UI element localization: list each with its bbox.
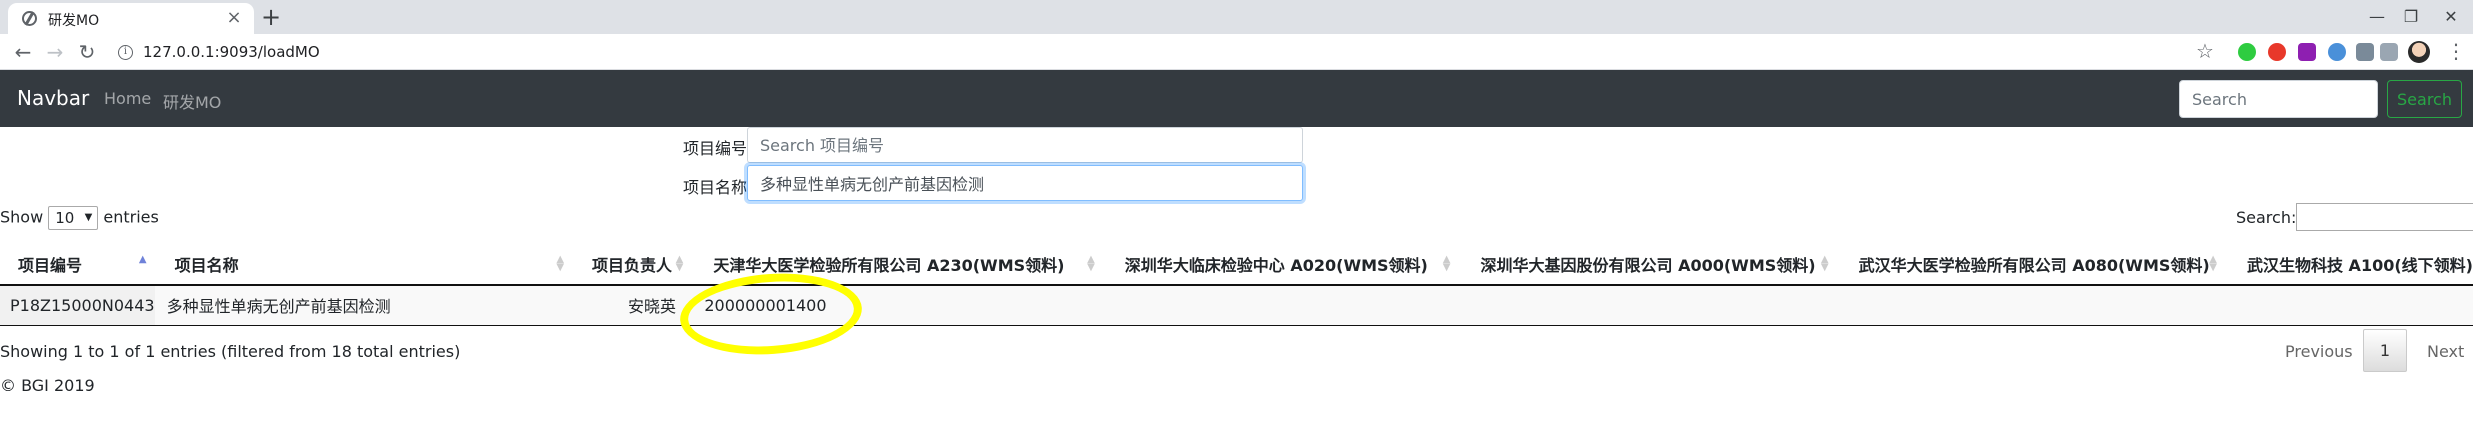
table-header-row: 项目编号 ▲ 项目名称 ▲ ▼ 项目负责人 ▲ ▼ 天津华大医学检验所有限公司 A230(… [0, 243, 2473, 286]
cell-wuhan-a080 [1836, 285, 2225, 326]
mo-table: 项目编号 ▲ 项目名称 ▲ ▼ 项目负责人 ▲ ▼ 天津华大医学检验所有限公司 A230(… [0, 243, 2473, 326]
footer-copyright: © BGI 2019 [0, 376, 95, 395]
extension-grid-icon[interactable] [2380, 43, 2398, 61]
column-header-shenzhen-a020[interactable]: 深圳华大临床检验中心 A020(WMS领料) ▲ ▼ [1102, 243, 1459, 286]
page-length-control: Show 10 ▼ entries [0, 206, 159, 230]
column-header-shenzhen-a000[interactable]: 深圳华大基因股份有限公司 A000(WMS领料) ▲ ▼ [1458, 243, 1837, 286]
page-length-value: 10 [55, 209, 75, 227]
project-name-input[interactable] [747, 165, 1303, 201]
cell-shenzhen-a000 [1458, 285, 1837, 326]
extension-opera-icon[interactable] [2268, 43, 2286, 61]
sort-icon: ▲ ▼ [1442, 254, 1451, 273]
browser-tabstrip: 研发MO × + — ❐ ✕ [0, 0, 2473, 34]
sort-icon: ▲ ▼ [1087, 254, 1095, 273]
project-name-label: 项目名称 [683, 178, 748, 197]
navbar-brand[interactable]: Navbar [17, 86, 89, 110]
menu-icon[interactable]: ⋮ [2446, 39, 2466, 63]
reload-icon[interactable]: ↻ [74, 39, 100, 65]
tab-title: 研发MO [48, 13, 100, 29]
pagination-page-1[interactable]: 1 [2363, 329, 2407, 372]
project-no-input[interactable] [747, 127, 1303, 163]
forward-icon[interactable]: → [42, 39, 68, 65]
restore-button[interactable]: ❐ [2396, 4, 2426, 30]
table-row[interactable]: P18Z15000N0443 多种显性单病无创产前基因检测 安晓英 200000… [0, 285, 2473, 326]
navbar-search-button[interactable]: Search [2387, 80, 2462, 118]
back-icon[interactable]: ← [10, 39, 36, 65]
column-header-wuhan-a080[interactable]: 武汉华大医学检验所有限公司 A080(WMS领料) ▲ ▼ [1836, 243, 2225, 286]
sort-icon: ▲ ▼ [1820, 254, 1829, 273]
column-header-project-name[interactable]: 项目名称 ▲ ▼ [154, 243, 573, 286]
cell-owner: 安晓英 [572, 285, 692, 326]
sort-icon: ▲ ▼ [2209, 254, 2217, 273]
table-search-label: Search: [2236, 208, 2297, 227]
browser-toolbar: ← → ↻ i 127.0.0.1:9093/loadMO ☆ ⋮ [0, 34, 2473, 70]
pagination-next[interactable]: Next [2427, 342, 2464, 361]
nav-link-home[interactable]: Home [104, 89, 151, 108]
table-info: Showing 1 to 1 of 1 entries (filtered fr… [0, 342, 461, 361]
page-length-select[interactable]: 10 ▼ [48, 206, 99, 230]
column-header-project-no[interactable]: 项目编号 ▲ [0, 243, 155, 286]
extension-blue-icon[interactable] [2328, 43, 2346, 61]
sort-icon: ▲ ▼ [556, 254, 565, 273]
extension-purple-icon[interactable] [2298, 43, 2316, 61]
cell-project-no: P18Z15000N0443 [0, 285, 155, 326]
globe-icon [22, 11, 37, 26]
browser-tab[interactable]: 研发MO × [8, 3, 254, 34]
sort-asc-icon: ▲ [138, 254, 147, 265]
close-window-button[interactable]: ✕ [2436, 4, 2466, 30]
project-no-label: 项目编号 [683, 139, 748, 158]
entries-label: entries [103, 207, 159, 227]
show-label: Show [0, 207, 44, 227]
new-tab-button[interactable]: + [258, 4, 284, 30]
extension-share-icon[interactable] [2356, 43, 2374, 61]
address-bar[interactable]: 127.0.0.1:9093/loadMO [143, 43, 320, 61]
navbar: Navbar Home 研发MO Search [0, 70, 2473, 127]
sort-icon: ▲ ▼ [675, 254, 684, 273]
cell-wuhan-a100 [2224, 285, 2473, 326]
table-search-input[interactable] [2296, 203, 2473, 231]
nav-link-mo[interactable]: 研发MO [163, 89, 221, 113]
info-icon[interactable]: i [118, 45, 133, 60]
cell-project-name: 多种显性单病无创产前基因检测 [154, 285, 573, 326]
profile-avatar[interactable] [2408, 41, 2430, 63]
star-icon[interactable]: ☆ [2196, 39, 2214, 63]
tab-close-icon[interactable]: × [224, 8, 244, 28]
navbar-search-input[interactable] [2179, 80, 2378, 118]
column-header-wuhan-a100[interactable]: 武汉生物科技 A100(线下领料) [2224, 243, 2473, 286]
minimize-button[interactable]: — [2362, 4, 2392, 30]
extension-evernote-icon[interactable] [2238, 43, 2256, 61]
pagination-previous[interactable]: Previous [2285, 342, 2353, 361]
chevron-down-icon: ▼ [84, 212, 93, 223]
column-header-owner[interactable]: 项目负责人 ▲ ▼ [572, 243, 692, 286]
cell-shenzhen-a020 [1102, 285, 1459, 326]
